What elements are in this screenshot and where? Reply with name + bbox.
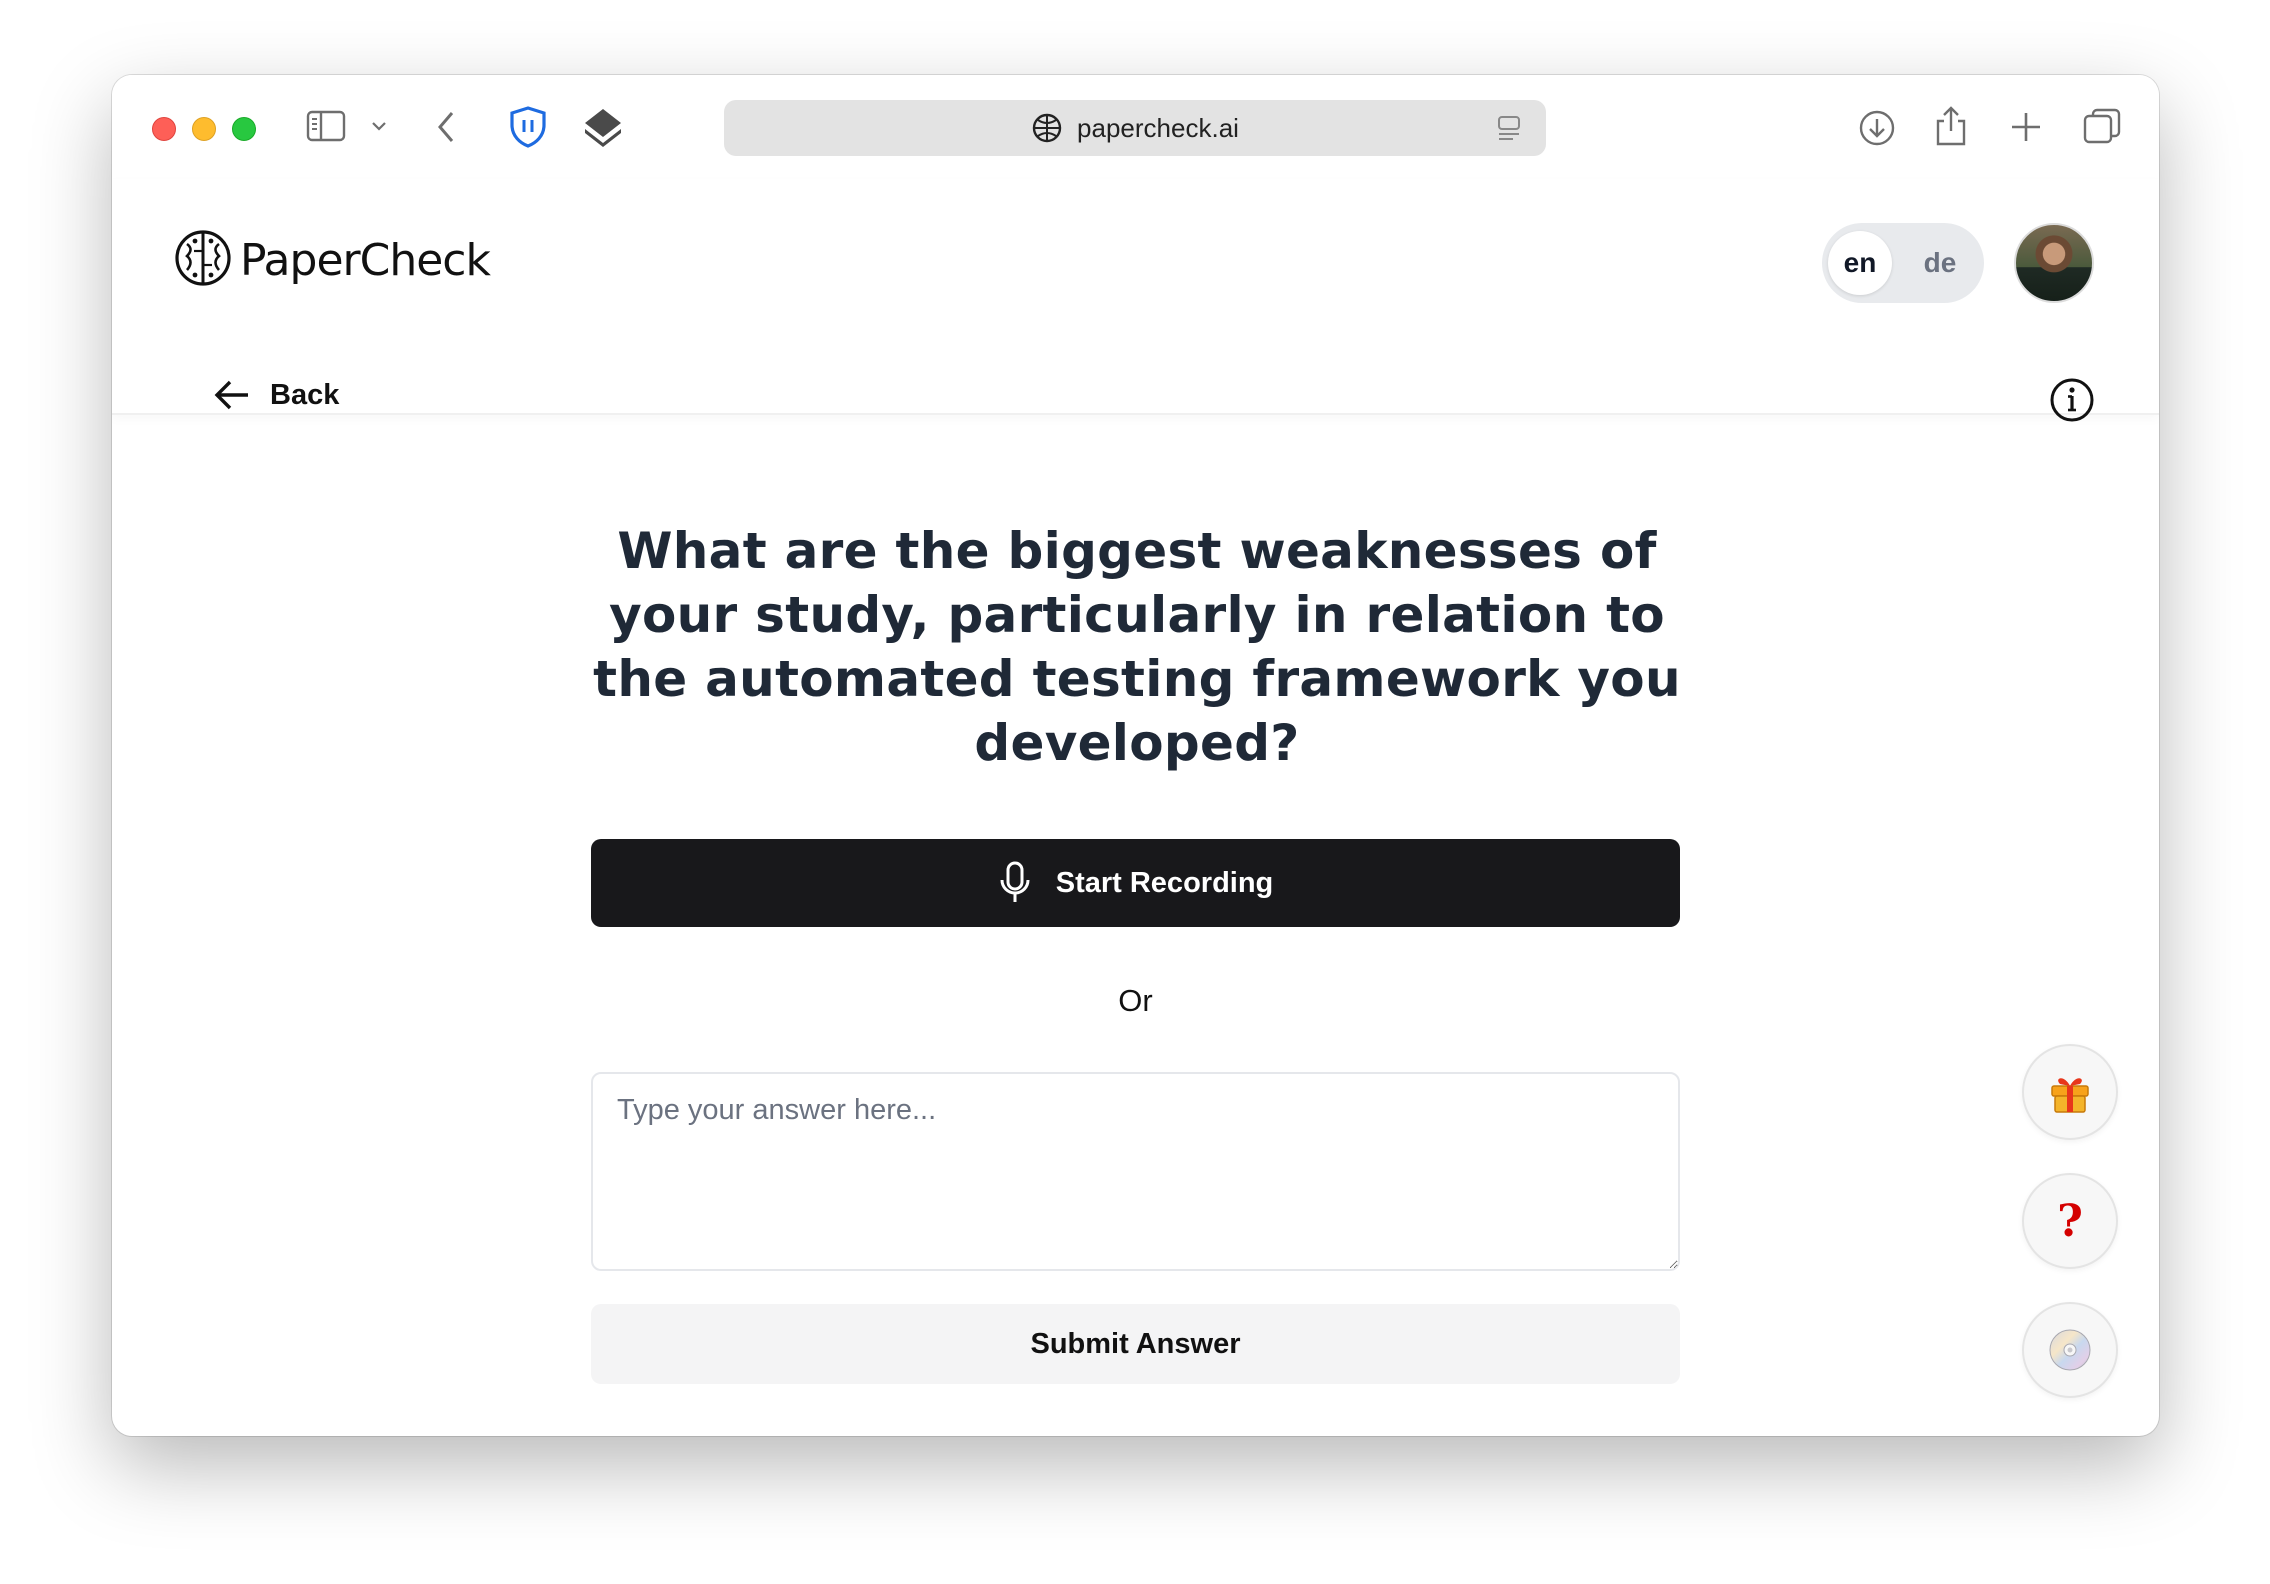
user-avatar[interactable]: [2014, 223, 2094, 303]
logo-text: PaperCheck: [240, 235, 491, 286]
answer-textarea[interactable]: [591, 1072, 1680, 1271]
or-divider-text: Or: [1118, 983, 1153, 1018]
language-option-de[interactable]: de: [1908, 231, 1972, 295]
site-favicon-icon: [1031, 112, 1063, 144]
back-label: Back: [270, 378, 340, 411]
start-recording-label: Start Recording: [1055, 866, 1274, 899]
browser-toolbar: papercheck.ai: [112, 75, 2159, 179]
info-icon: [2050, 378, 2094, 422]
shield-extension-icon[interactable]: [508, 105, 548, 149]
reader-mode-icon[interactable]: [1496, 114, 1522, 149]
new-tab-icon[interactable]: [2008, 109, 2044, 145]
minimize-window-button[interactable]: [192, 117, 216, 141]
tab-overview-icon[interactable]: [2082, 107, 2122, 147]
arrow-left-icon: [214, 380, 248, 410]
share-icon[interactable]: [1934, 105, 1968, 147]
maximize-window-button[interactable]: [232, 117, 256, 141]
sidebar-toggle-icon[interactable]: [306, 109, 346, 143]
start-recording-button[interactable]: Start Recording: [591, 839, 1680, 927]
submit-answer-button[interactable]: Submit Answer: [591, 1304, 1680, 1384]
brain-logo-icon: [174, 229, 232, 292]
browser-back-icon[interactable]: [434, 109, 458, 145]
browser-window: papercheck.ai PaperCheck en de Back What…: [112, 75, 2159, 1436]
disc-icon: [2049, 1329, 2091, 1371]
microphone-icon: [1000, 861, 1030, 902]
language-toggle: en de: [1822, 223, 1984, 303]
gift-icon: [2051, 1078, 2089, 1113]
logo[interactable]: PaperCheck: [174, 229, 491, 292]
disc-button[interactable]: [2022, 1302, 2118, 1398]
url-text: papercheck.ai: [1077, 112, 1239, 143]
chevron-down-icon[interactable]: [370, 119, 388, 133]
help-button[interactable]: ?: [2022, 1173, 2118, 1269]
site-header: PaperCheck en de: [112, 179, 2159, 415]
back-button[interactable]: Back: [212, 377, 339, 413]
layers-extension-icon[interactable]: [582, 105, 624, 149]
question-mark-icon: ?: [2057, 1195, 2083, 1247]
close-window-button[interactable]: [152, 117, 176, 141]
question-heading: What are the biggest weaknesses of your …: [593, 522, 1681, 772]
gift-button[interactable]: [2022, 1044, 2118, 1140]
language-option-en[interactable]: en: [1828, 231, 1892, 295]
info-button[interactable]: [2049, 377, 2095, 428]
address-bar[interactable]: papercheck.ai: [724, 100, 1546, 156]
download-icon[interactable]: [1858, 109, 1896, 147]
